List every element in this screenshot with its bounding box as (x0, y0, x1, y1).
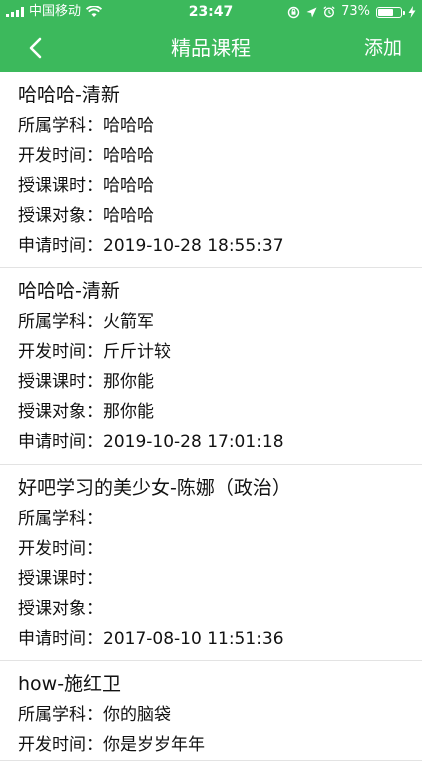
dev-time-value: 你是岁岁年年 (103, 735, 205, 755)
apply-time-value: 2019-10-28 17:01:18 (103, 432, 284, 452)
status-right: 73% (287, 0, 416, 24)
course-subject-row: 所属学科：哈哈哈 (18, 111, 404, 141)
course-list: 哈哈哈-清新 所属学科：哈哈哈 开发时间：哈哈哈 授课课时：哈哈哈 授课对象：哈… (0, 72, 422, 761)
course-dev-time-row: 开发时间：你是岁岁年年 (18, 730, 404, 760)
course-subject-row: 所属学科：你的脑袋 (18, 700, 404, 730)
teach-hours-value: 那你能 (103, 372, 154, 392)
location-icon (306, 7, 317, 17)
apply-time-value: 2019-10-28 18:55:37 (103, 236, 284, 256)
course-card[interactable]: 哈哈哈-清新 所属学科：哈哈哈 开发时间：哈哈哈 授课课时：哈哈哈 授课对象：哈… (0, 72, 422, 268)
course-card[interactable]: 哈哈哈-清新 所属学科：火箭军 开发时间：斤斤计较 授课课时：那你能 授课对象：… (0, 268, 422, 465)
apply-time-label: 申请时间： (18, 432, 103, 452)
teach-hours-label: 授课课时： (18, 569, 103, 589)
battery-percent: 73% (341, 4, 370, 19)
subject-label: 所属学科： (18, 116, 103, 136)
course-target-row: 授课对象： (18, 594, 404, 624)
subject-label: 所属学科： (18, 312, 103, 332)
course-title: how-施红卫 (18, 673, 122, 695)
apply-time-label: 申请时间： (18, 236, 103, 256)
course-title: 哈哈哈-清新 (18, 84, 120, 106)
status-bar: 中国移动 23:47 73% (0, 0, 422, 24)
subject-value: 火箭军 (103, 312, 154, 332)
course-apply-time-row: 申请时间：2017-08-10 11:51:36 (18, 624, 404, 654)
teach-hours-label: 授课课时： (18, 372, 103, 392)
subject-label: 所属学科： (18, 705, 103, 725)
target-value: 哈哈哈 (103, 206, 154, 226)
course-hours-row: 授课课时：哈哈哈 (18, 171, 404, 201)
course-target-row: 授课对象：那你能 (18, 397, 404, 427)
course-title: 好吧学习的美少女-陈娜（政治） (18, 477, 291, 499)
dev-time-label: 开发时间： (18, 735, 103, 755)
course-apply-time-row: 申请时间：2019-10-28 18:55:37 (18, 231, 404, 261)
course-subject-row: 所属学科： (18, 504, 404, 534)
teach-hours-value: 哈哈哈 (103, 176, 154, 196)
dev-time-label: 开发时间： (18, 342, 103, 362)
nav-bar: 精品课程 添加 (0, 24, 422, 72)
target-label: 授课对象： (18, 206, 103, 226)
battery-icon (376, 6, 405, 18)
dev-time-value: 斤斤计较 (103, 342, 171, 362)
add-button[interactable]: 添加 (364, 24, 402, 72)
target-value: 那你能 (103, 402, 154, 422)
subject-value: 哈哈哈 (103, 116, 154, 136)
app-header: 中国移动 23:47 73% 精品课程 添加 (0, 0, 422, 72)
subject-label: 所属学科： (18, 509, 103, 529)
subject-value: 你的脑袋 (103, 705, 171, 725)
page-title: 精品课程 (171, 36, 251, 60)
course-dev-time-row: 开发时间： (18, 534, 404, 564)
battery-level (378, 8, 393, 16)
course-dev-time-row: 开发时间：哈哈哈 (18, 141, 404, 171)
course-card[interactable]: how-施红卫 所属学科：你的脑袋 开发时间：你是岁岁年年 (0, 661, 422, 761)
dev-time-value: 哈哈哈 (103, 146, 154, 166)
rotation-lock-icon (287, 6, 300, 18)
course-apply-time-row: 申请时间：2019-10-28 17:01:18 (18, 427, 404, 457)
course-hours-row: 授课课时： (18, 564, 404, 594)
target-label: 授课对象： (18, 402, 103, 422)
teach-hours-label: 授课课时： (18, 176, 103, 196)
course-hours-row: 授课课时：那你能 (18, 367, 404, 397)
dev-time-label: 开发时间： (18, 539, 103, 559)
course-target-row: 授课对象：哈哈哈 (18, 201, 404, 231)
charging-icon (408, 6, 416, 18)
apply-time-label: 申请时间： (18, 629, 103, 649)
apply-time-value: 2017-08-10 11:51:36 (103, 629, 284, 649)
alarm-icon (323, 6, 335, 18)
dev-time-label: 开发时间： (18, 146, 103, 166)
course-card[interactable]: 好吧学习的美少女-陈娜（政治） 所属学科： 开发时间： 授课课时： 授课对象： … (0, 465, 422, 661)
course-subject-row: 所属学科：火箭军 (18, 307, 404, 337)
target-label: 授课对象： (18, 599, 103, 619)
course-title: 哈哈哈-清新 (18, 280, 120, 302)
course-dev-time-row: 开发时间：斤斤计较 (18, 337, 404, 367)
